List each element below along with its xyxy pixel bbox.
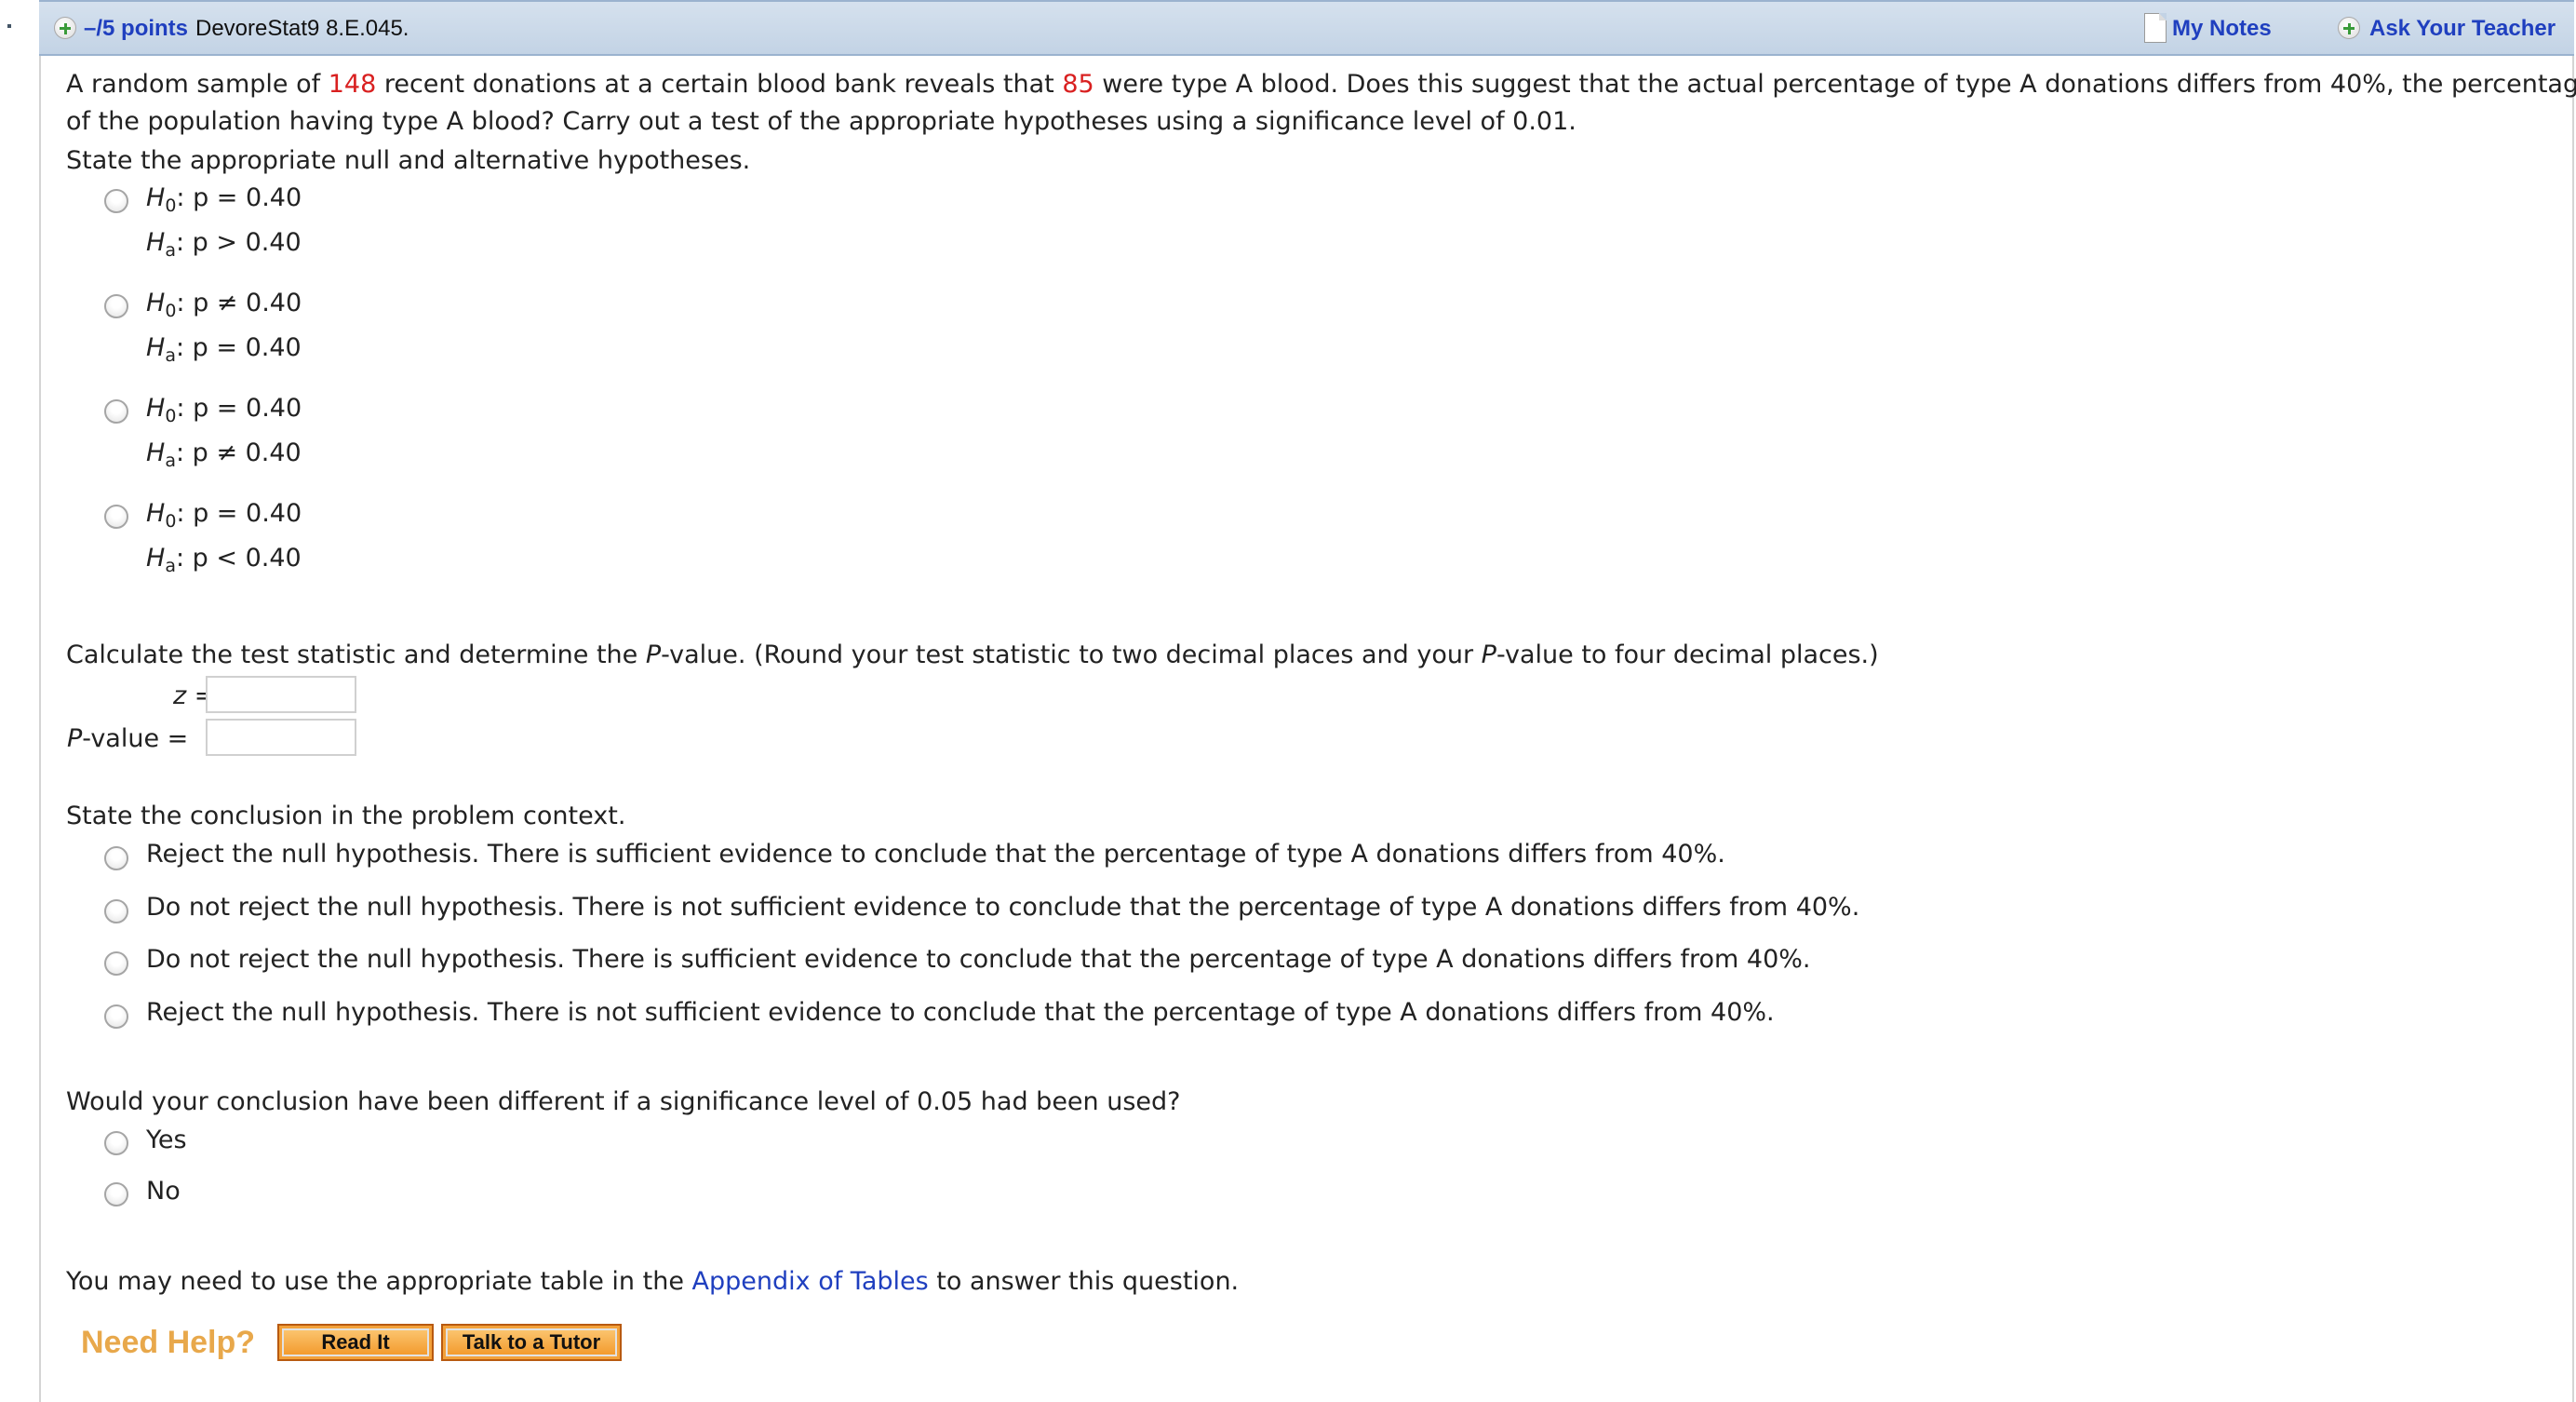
conclusion-option-4-label: Reject the null hypothesis. There is not… xyxy=(146,998,1775,1027)
read-it-button[interactable]: Read It xyxy=(277,1324,434,1361)
question-header: –/5 points DevoreStat9 8.E.045. My Notes… xyxy=(39,0,2574,56)
no-label: No xyxy=(146,1177,181,1206)
ha-symbol: H xyxy=(146,333,166,362)
expand-plus-icon[interactable] xyxy=(54,17,76,39)
conclusion-option-1-label: Reject the null hypothesis. There is suf… xyxy=(146,840,1725,869)
hypothesis-option-3-radio[interactable] xyxy=(104,399,128,424)
hypothesis-option-1-ha: Ha: p > 0.40 xyxy=(146,227,302,261)
p-value-p-symbol: P xyxy=(67,724,83,753)
appendix-text-1: You may need to use the appropriate tabl… xyxy=(66,1267,692,1296)
ha-symbol: H xyxy=(146,544,166,573)
significance-prompt: Would your conclusion have been differen… xyxy=(66,1087,1181,1116)
p-value-input[interactable] xyxy=(206,719,356,756)
intro-text-2: recent donations at a certain blood bank… xyxy=(376,70,1063,99)
conclusion-option-2-label: Do not reject the null hypothesis. There… xyxy=(146,893,1860,922)
yes-label: Yes xyxy=(146,1126,187,1154)
question-text-line1: A random sample of 148 recent donations … xyxy=(66,69,2576,101)
hypothesis-option-4-ha: Ha: p < 0.40 xyxy=(146,543,302,576)
intro-text-3: were type A blood. Does this suggest tha… xyxy=(1093,70,2576,99)
h0-subscript: 0 xyxy=(165,195,177,216)
page: –/5 points DevoreStat9 8.E.045. My Notes… xyxy=(0,0,2576,1402)
conclusion-option-4-radio[interactable] xyxy=(104,1004,128,1029)
calc-prompt-2: -value. (Round your test statistic to tw… xyxy=(661,640,1482,669)
h0-symbol: H xyxy=(146,394,166,423)
conclusion-prompt: State the conclusion in the problem cont… xyxy=(66,802,626,830)
bullet-marker xyxy=(7,24,11,28)
intro-text-1: A random sample of xyxy=(66,70,329,99)
appendix-note: You may need to use the appropriate tabl… xyxy=(66,1266,1239,1298)
ha-relation: : p < 0.40 xyxy=(175,544,302,573)
no-radio[interactable] xyxy=(104,1182,128,1207)
h0-relation: : p ≠ 0.40 xyxy=(176,289,302,317)
ha-symbol: H xyxy=(146,438,166,467)
ha-relation: : p = 0.40 xyxy=(175,333,302,362)
notes-icon[interactable] xyxy=(2144,13,2167,43)
talk-to-tutor-button[interactable]: Talk to a Tutor xyxy=(441,1324,622,1361)
p-value-label: P-value = xyxy=(67,723,188,755)
yes-radio[interactable] xyxy=(104,1131,128,1155)
hypothesis-option-3-h0: H0: p = 0.40 xyxy=(146,393,302,425)
conclusion-option-3-label: Do not reject the null hypothesis. There… xyxy=(146,945,1811,974)
calc-prompt-3: -value to four decimal places.) xyxy=(1496,640,1879,669)
h0-symbol: H xyxy=(146,183,166,212)
ha-relation: : p ≠ 0.40 xyxy=(175,438,302,467)
ha-symbol: H xyxy=(146,228,166,257)
question-text-line2: of the population having type A blood? C… xyxy=(66,107,1576,136)
ha-subscript: a xyxy=(165,556,176,576)
hypotheses-prompt: State the appropriate null and alternati… xyxy=(66,146,751,175)
read-it-label: Read It xyxy=(282,1328,429,1356)
hypothesis-option-1-radio[interactable] xyxy=(104,189,128,213)
ha-subscript: a xyxy=(165,451,176,471)
hypothesis-option-4-radio[interactable] xyxy=(104,505,128,529)
sample-size-value: 148 xyxy=(328,70,377,99)
ha-relation: : p > 0.40 xyxy=(175,228,302,257)
h0-subscript: 0 xyxy=(165,301,177,321)
calc-prompt-1: Calculate the test statistic and determi… xyxy=(66,640,646,669)
conclusion-option-2-radio[interactable] xyxy=(104,899,128,923)
h0-subscript: 0 xyxy=(165,406,177,426)
my-notes-link[interactable]: My Notes xyxy=(2172,15,2272,43)
conclusion-option-1-radio[interactable] xyxy=(104,846,128,870)
talk-to-tutor-label: Talk to a Tutor xyxy=(446,1328,617,1356)
question-panel xyxy=(39,56,2574,1402)
appendix-of-tables-link[interactable]: Appendix of Tables xyxy=(692,1267,929,1296)
problem-id: DevoreStat9 8.E.045. xyxy=(195,16,409,41)
ha-subscript: a xyxy=(165,240,176,261)
hypothesis-option-2-radio[interactable] xyxy=(104,294,128,318)
hypothesis-option-2-ha: Ha: p = 0.40 xyxy=(146,332,302,366)
hypothesis-option-2-h0: H0: p ≠ 0.40 xyxy=(146,288,302,321)
type-a-count-value: 85 xyxy=(1062,70,1094,99)
conclusion-option-3-radio[interactable] xyxy=(104,951,128,976)
h0-symbol: H xyxy=(146,289,166,317)
h0-relation: : p = 0.40 xyxy=(176,183,302,212)
hypothesis-option-3-ha: Ha: p ≠ 0.40 xyxy=(146,438,302,471)
need-help-label: Need Help? xyxy=(81,1325,256,1360)
z-symbol: z xyxy=(173,681,187,710)
h0-symbol: H xyxy=(146,499,166,528)
h0-relation: : p = 0.40 xyxy=(176,394,302,423)
hypothesis-option-4-h0: H0: p = 0.40 xyxy=(146,498,302,532)
points-label: –/5 points xyxy=(84,16,189,41)
p-value-label-rest: -value = xyxy=(82,724,189,753)
appendix-text-2: to answer this question. xyxy=(928,1267,1240,1296)
ask-your-teacher-link[interactable]: Ask Your Teacher xyxy=(2369,15,2556,43)
ask-teacher-plus-icon[interactable] xyxy=(2338,17,2360,39)
calc-prompt-p: P xyxy=(645,640,662,669)
z-statistic-input[interactable] xyxy=(206,676,356,713)
calc-prompt-p2: P xyxy=(1481,640,1496,669)
calculation-prompt: Calculate the test statistic and determi… xyxy=(66,640,1879,671)
hypothesis-option-1-h0: H0: p = 0.40 xyxy=(146,182,302,216)
h0-subscript: 0 xyxy=(165,511,177,532)
ha-subscript: a xyxy=(165,345,176,366)
h0-relation: : p = 0.40 xyxy=(176,499,302,528)
